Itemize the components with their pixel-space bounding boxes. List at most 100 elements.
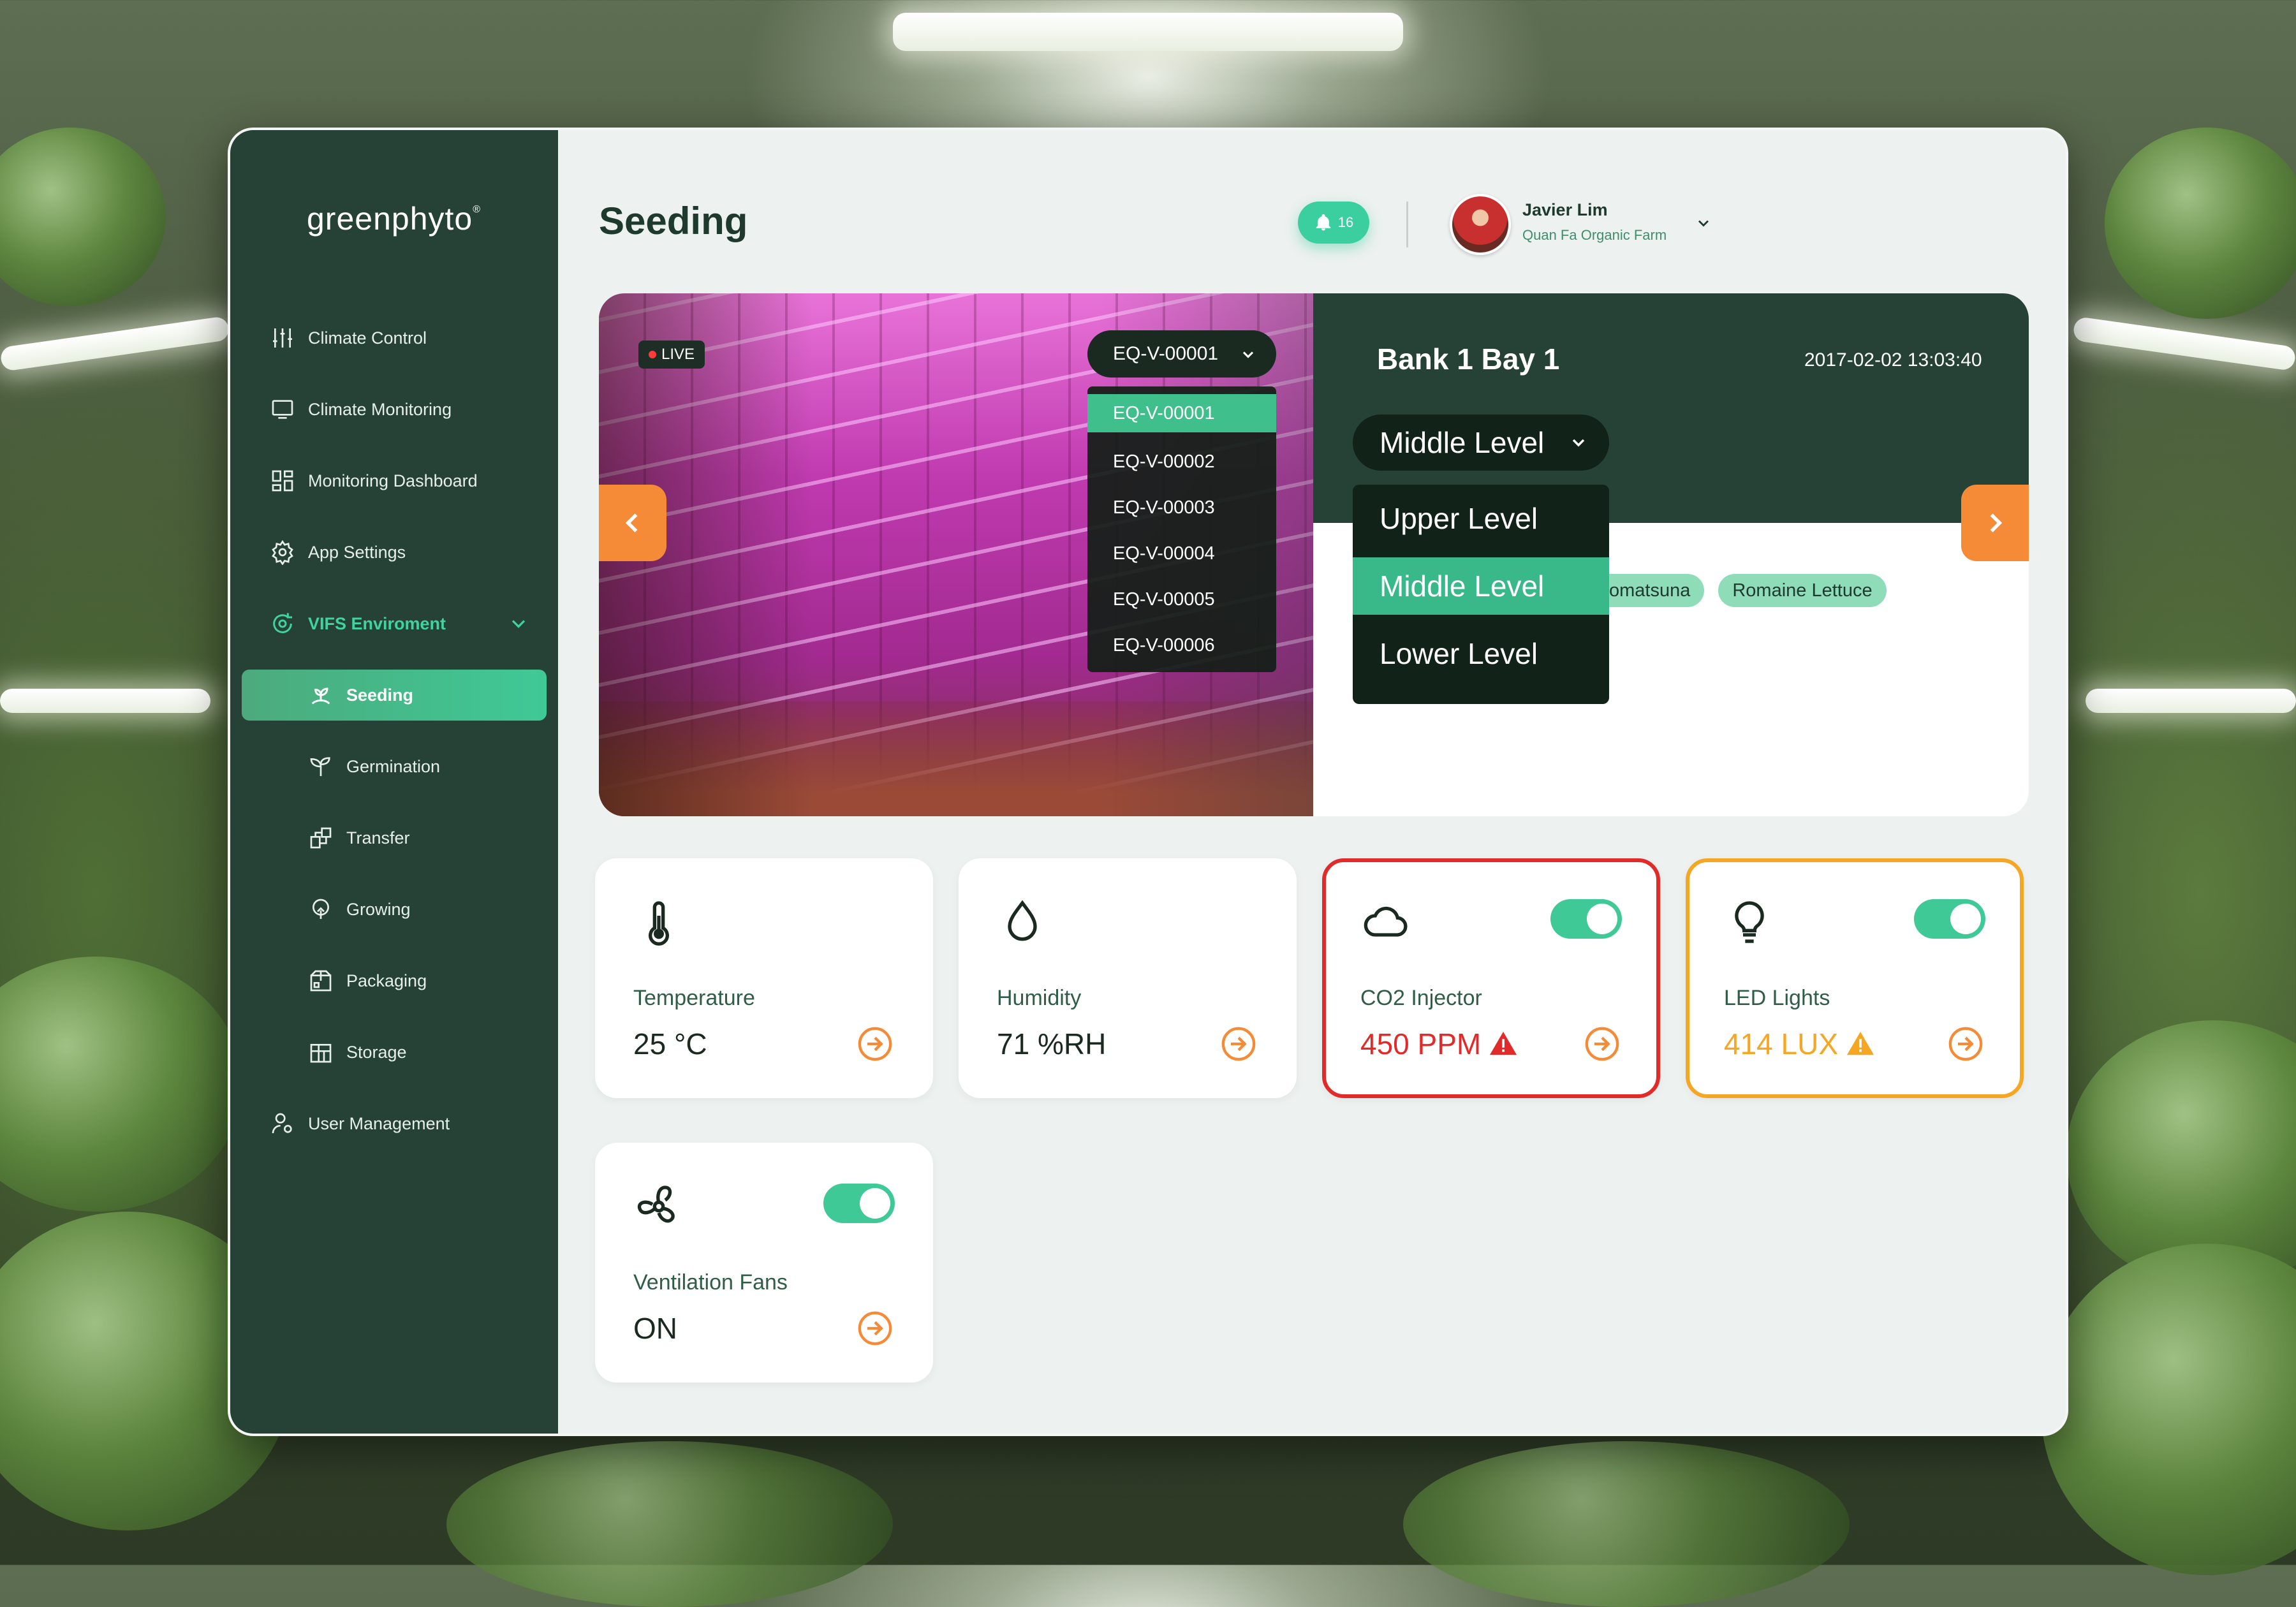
avatar[interactable] [1450,194,1511,255]
arrow-right-circle-icon[interactable] [1584,1025,1621,1062]
chevron-down-icon [1572,439,1585,447]
chevron-left-icon [625,513,638,532]
ventilation-fans-card[interactable]: Ventilation Fans ON [595,1143,933,1383]
card-value: 71 %RH [997,1027,1106,1061]
equipment-option[interactable]: EQ-V-00006 [1087,622,1276,668]
plant-tag[interactable]: Romaine Lettuce [1718,574,1887,607]
equipment-selected-value: EQ-V-00001 [1113,343,1219,364]
sidebar-item-storage[interactable]: Storage [230,1016,558,1088]
previous-button[interactable] [599,485,666,561]
plant [446,1441,893,1607]
plant-tag[interactable]: omatsuna [1609,574,1705,607]
level-option[interactable]: Lower Level [1353,620,1609,687]
grow-lamp [893,13,1403,51]
card-value: 450 PPM [1360,1027,1518,1061]
card-label: Humidity [997,986,1082,1010]
sidebar-item-label: User Management [308,1113,450,1133]
arrow-right-circle-icon[interactable] [1947,1025,1984,1062]
growing-icon [307,895,335,923]
equipment-select[interactable]: EQ-V-00001 [1087,330,1276,378]
sidebar-item-label: Monitoring Dashboard [308,471,478,490]
monitor-icon [269,395,297,423]
bay-panel: LIVE EQ-V-00001 EQ-V-00001 EQ-V-00002 EQ… [599,293,2029,816]
sidebar-item-climate-control[interactable]: Climate Control [230,302,558,374]
bell-icon [1316,214,1330,231]
equipment-option[interactable]: EQ-V-00005 [1087,576,1276,622]
temperature-card[interactable]: Temperature 25 °C [595,858,933,1098]
card-value-text: 25 °C [633,1027,707,1060]
gear-icon [269,538,297,566]
logo[interactable]: greenphyto® [307,200,481,237]
user-gear-icon [269,1110,297,1138]
arrow-right-circle-icon[interactable] [857,1310,894,1347]
cycle-icon [269,610,297,638]
sidebar-item-label: Transfer [346,828,410,848]
sidebar-item-label: Climate Control [308,328,427,348]
humidity-card[interactable]: Humidity 71 %RH [959,858,1297,1098]
storage-icon [307,1038,335,1066]
level-option[interactable]: Upper Level [1353,485,1609,552]
equipment-option[interactable]: EQ-V-00002 [1087,439,1276,485]
bay-timestamp: 2017-02-02 13:03:40 [1804,349,1982,371]
sidebar-item-app-settings[interactable]: App Settings [230,517,558,588]
notification-button[interactable]: 16 [1298,202,1369,244]
sidebar-item-vifs-enviroment[interactable]: VIFS Enviroment [230,588,558,659]
card-value: 414 LUX [1724,1027,1875,1061]
plant-tags: omatsuna Romaine Lettuce [1609,574,1901,607]
card-value-text: 414 LUX [1724,1027,1839,1060]
plant [2041,1244,2296,1575]
sidebar-item-climate-monitoring[interactable]: Climate Monitoring [230,374,558,445]
sidebar: greenphyto® Climate Control Climate Moni… [230,130,558,1434]
sidebar-item-user-management[interactable]: User Management [230,1088,558,1159]
sidebar-item-seeding[interactable]: Seeding [242,670,547,721]
level-dropdown: Upper Level Middle Level Lower Level [1353,485,1609,704]
sidebar-item-monitoring-dashboard[interactable]: Monitoring Dashboard [230,445,558,517]
co2-injector-card[interactable]: CO2 Injector 450 PPM [1322,858,1660,1098]
bay-title: Bank 1 Bay 1 [1377,342,1560,376]
app-window: greenphyto® Climate Control Climate Moni… [228,128,2068,1436]
main-content: Seeding 16 Javier Lim Quan Fa Organic Fa… [558,130,2066,1434]
card-value-text: ON [633,1312,677,1345]
card-value: 25 °C [633,1027,707,1061]
lightbulb-icon [1724,897,1775,948]
level-selected-value: Middle Level [1380,426,1545,459]
led-lights-card[interactable]: LED Lights 414 LUX [1686,858,2024,1098]
sprout-icon [307,752,335,781]
live-label: LIVE [661,346,695,363]
sidebar-item-label: Germination [346,756,441,776]
equipment-option[interactable]: EQ-V-00004 [1087,531,1276,576]
sidebar-item-transfer[interactable]: Transfer [230,802,558,874]
plant [1403,1441,1850,1607]
cloud-icon [1360,897,1411,948]
level-select[interactable]: Middle Level [1353,415,1609,471]
package-icon [307,967,335,995]
led-toggle[interactable] [1914,899,1985,939]
sliders-icon [269,324,297,352]
user-name: Javier Lim [1522,200,1608,219]
sidebar-item-label: Climate Monitoring [308,399,452,419]
sidebar-item-germination[interactable]: Germination [230,731,558,802]
seed-icon [307,681,335,709]
droplet-icon [997,897,1048,948]
next-button[interactable] [1961,485,2029,561]
user-farm: Quan Fa Organic Farm [1522,227,1667,243]
sidebar-item-label: App Settings [308,542,406,562]
grow-lamp [2072,316,2296,372]
card-label: Ventilation Fans [633,1270,788,1295]
equipment-option[interactable]: EQ-V-00003 [1087,485,1276,531]
user-menu-chevron-icon[interactable] [1695,214,1712,232]
arrow-right-circle-icon[interactable] [857,1025,894,1062]
notification-count: 16 [1337,214,1354,230]
sidebar-item-label: Packaging [346,971,427,990]
sidebar-item-growing[interactable]: Growing [230,874,558,945]
arrow-right-circle-icon[interactable] [1220,1025,1257,1062]
plant [0,128,166,306]
warning-icon [1490,1031,1517,1055]
fans-toggle[interactable] [823,1184,895,1223]
co2-toggle[interactable] [1550,899,1622,939]
equipment-option[interactable]: EQ-V-00001 [1087,394,1276,432]
grow-lamp [0,316,230,372]
sidebar-item-packaging[interactable]: Packaging [230,945,558,1016]
level-option[interactable]: Middle Level [1353,557,1609,615]
fan-icon [633,1181,684,1232]
